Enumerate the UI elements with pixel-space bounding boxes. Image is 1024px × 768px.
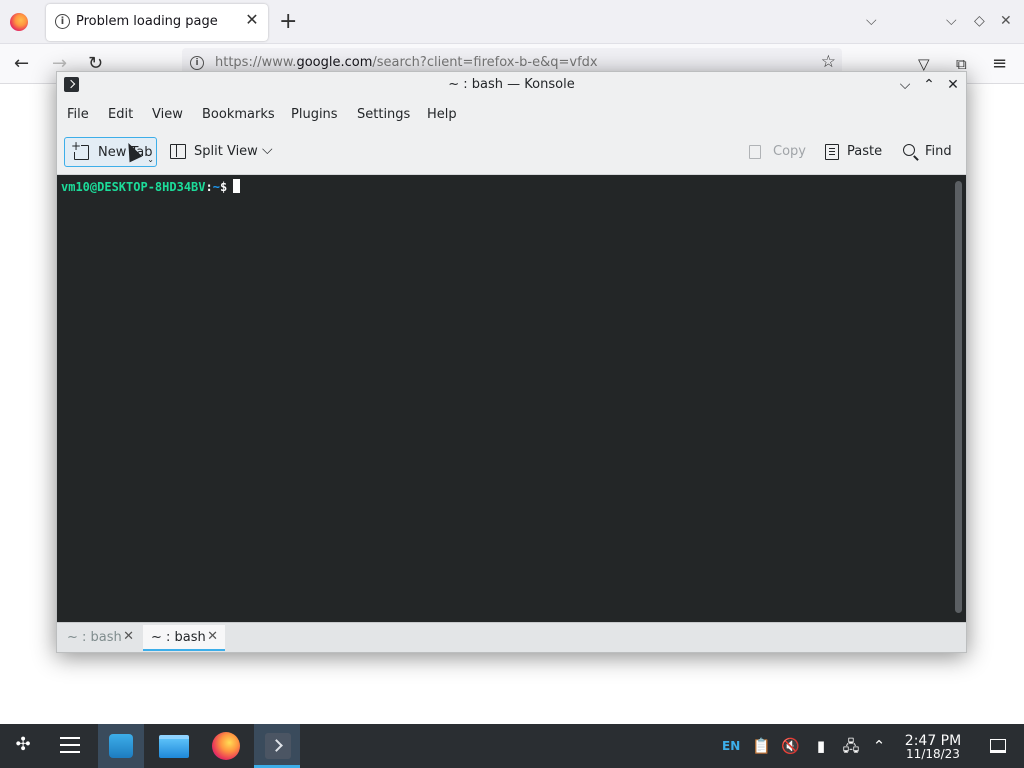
menu-edit[interactable]: Edit: [108, 107, 133, 122]
firefox-tab[interactable]: i Problem loading page ✕: [46, 4, 268, 41]
clipboard-icon[interactable]: 📋: [752, 737, 771, 755]
konsole-toolbar: New Tab ⌄ Split View ⌵ Copy Paste Find: [57, 130, 966, 175]
firefox-icon: [212, 732, 240, 760]
minimize-icon[interactable]: ⌵: [896, 76, 914, 94]
konsole-icon: [265, 733, 291, 759]
firefox-tab-bar: i Problem loading page ✕ + ⌵ ⌵ ◇ ✕: [0, 0, 1024, 44]
split-view-icon: [170, 144, 186, 159]
firefox-logo-icon[interactable]: [10, 13, 28, 31]
split-view-button[interactable]: Split View ⌵: [170, 137, 276, 167]
paste-icon: [825, 144, 839, 160]
menu-settings[interactable]: Settings: [357, 107, 410, 122]
tab-close-icon[interactable]: ✕: [207, 629, 218, 644]
konsole-window: ~ : bash — Konsole ⌵ ⌃ ✕ File Edit View …: [56, 71, 967, 653]
close-window-icon[interactable]: ✕: [1000, 13, 1012, 29]
search-icon: [903, 144, 915, 156]
paste-label: Paste: [847, 144, 883, 159]
prompt-separator: :: [205, 180, 213, 194]
text-cursor: [233, 179, 241, 193]
show-desktop-icon[interactable]: [990, 739, 1006, 753]
discover-store-button[interactable]: [98, 724, 144, 768]
discover-store-icon: [109, 734, 133, 758]
prompt-user-host: vm10@DESKTOP-8HD34BV: [61, 180, 206, 194]
maximize-icon[interactable]: ◇: [974, 13, 985, 29]
find-button[interactable]: Find: [903, 137, 957, 167]
tray-expand-chevron-icon[interactable]: ⌃: [870, 737, 888, 755]
terminal-tab-2-label: ~ : bash: [151, 630, 206, 645]
menu-view[interactable]: View: [152, 107, 183, 122]
paste-button[interactable]: Paste: [825, 137, 885, 167]
window-title: ~ : bash — Konsole: [448, 77, 575, 92]
split-view-label: Split View: [194, 144, 258, 159]
firefox-tab-title: Problem loading page: [76, 14, 218, 29]
close-window-icon[interactable]: ✕: [944, 76, 962, 94]
bookmark-star-icon[interactable]: ☆: [821, 52, 836, 72]
prompt-dollar: $: [219, 180, 228, 194]
maximize-icon[interactable]: ⌃: [920, 76, 938, 94]
tab-close-icon[interactable]: ✕: [123, 629, 134, 644]
tab-close-icon[interactable]: ✕: [244, 12, 260, 28]
firefox-taskbar-button[interactable]: [202, 724, 248, 768]
prompt-path: ~: [212, 180, 220, 194]
volume-muted-icon[interactable]: 🔇: [781, 737, 800, 755]
taskbar: ✣ EN 📋 🔇 ▮ 🖧 ⌃: [0, 724, 1024, 768]
dropdown-caret-icon[interactable]: ⌄: [147, 156, 154, 164]
application-launcher[interactable]: ✣: [0, 724, 46, 768]
folder-icon: [159, 735, 189, 758]
menu-help[interactable]: Help: [427, 107, 457, 122]
terminal-tab-1[interactable]: ~ : bash ✕: [59, 625, 141, 651]
clock-date[interactable]: 11/18/23: [898, 747, 968, 761]
site-info-icon[interactable]: i: [190, 56, 204, 70]
copy-icon: [749, 145, 761, 159]
kde-launcher-icon: ✣: [15, 734, 31, 755]
terminal-tab-2[interactable]: ~ : bash ✕: [143, 625, 225, 651]
menu-bookmarks[interactable]: Bookmarks: [202, 107, 275, 122]
overview-button[interactable]: [46, 724, 92, 768]
menu-file[interactable]: File: [67, 107, 89, 122]
app-menu-icon[interactable]: ≡: [992, 54, 1007, 74]
new-tab-plus-icon[interactable]: +: [279, 11, 297, 33]
menu-bar: File Edit View Bookmarks Plugins Setting…: [57, 100, 966, 130]
url-text: https://www.google.com/search?client=fir…: [215, 55, 598, 70]
minimize-icon[interactable]: ⌵: [946, 13, 957, 29]
konsole-tab-bar: ~ : bash ✕ ~ : bash ✕: [57, 622, 966, 652]
file-manager-button[interactable]: [150, 724, 196, 768]
terminal-tab-1-label: ~ : bash: [67, 630, 122, 645]
find-label: Find: [925, 144, 952, 159]
keyboard-layout-indicator[interactable]: EN: [722, 739, 740, 753]
info-icon: i: [55, 14, 70, 29]
back-arrow-icon[interactable]: ←: [14, 54, 29, 74]
copy-button[interactable]: Copy: [749, 137, 809, 167]
battery-icon[interactable]: ▮: [812, 737, 830, 755]
list-all-tabs-chevron-icon[interactable]: ⌵: [866, 13, 877, 29]
network-icon[interactable]: 🖧: [842, 737, 860, 755]
konsole-titlebar[interactable]: ~ : bash — Konsole ⌵ ⌃ ✕: [57, 72, 966, 98]
shell-prompt: vm10@DESKTOP-8HD34BV:~$: [61, 179, 241, 194]
overview-icon: [60, 737, 80, 753]
new-tab-icon: [71, 140, 89, 160]
menu-plugins[interactable]: Plugins: [291, 107, 338, 122]
terminal-scrollbar[interactable]: [955, 181, 962, 613]
copy-label: Copy: [773, 144, 806, 159]
chevron-down-icon[interactable]: ⌵: [262, 142, 273, 158]
terminal-area[interactable]: vm10@DESKTOP-8HD34BV:~$: [57, 175, 966, 622]
new-tab-button[interactable]: New Tab ⌄: [64, 137, 157, 167]
konsole-taskbar-button[interactable]: [254, 724, 300, 768]
